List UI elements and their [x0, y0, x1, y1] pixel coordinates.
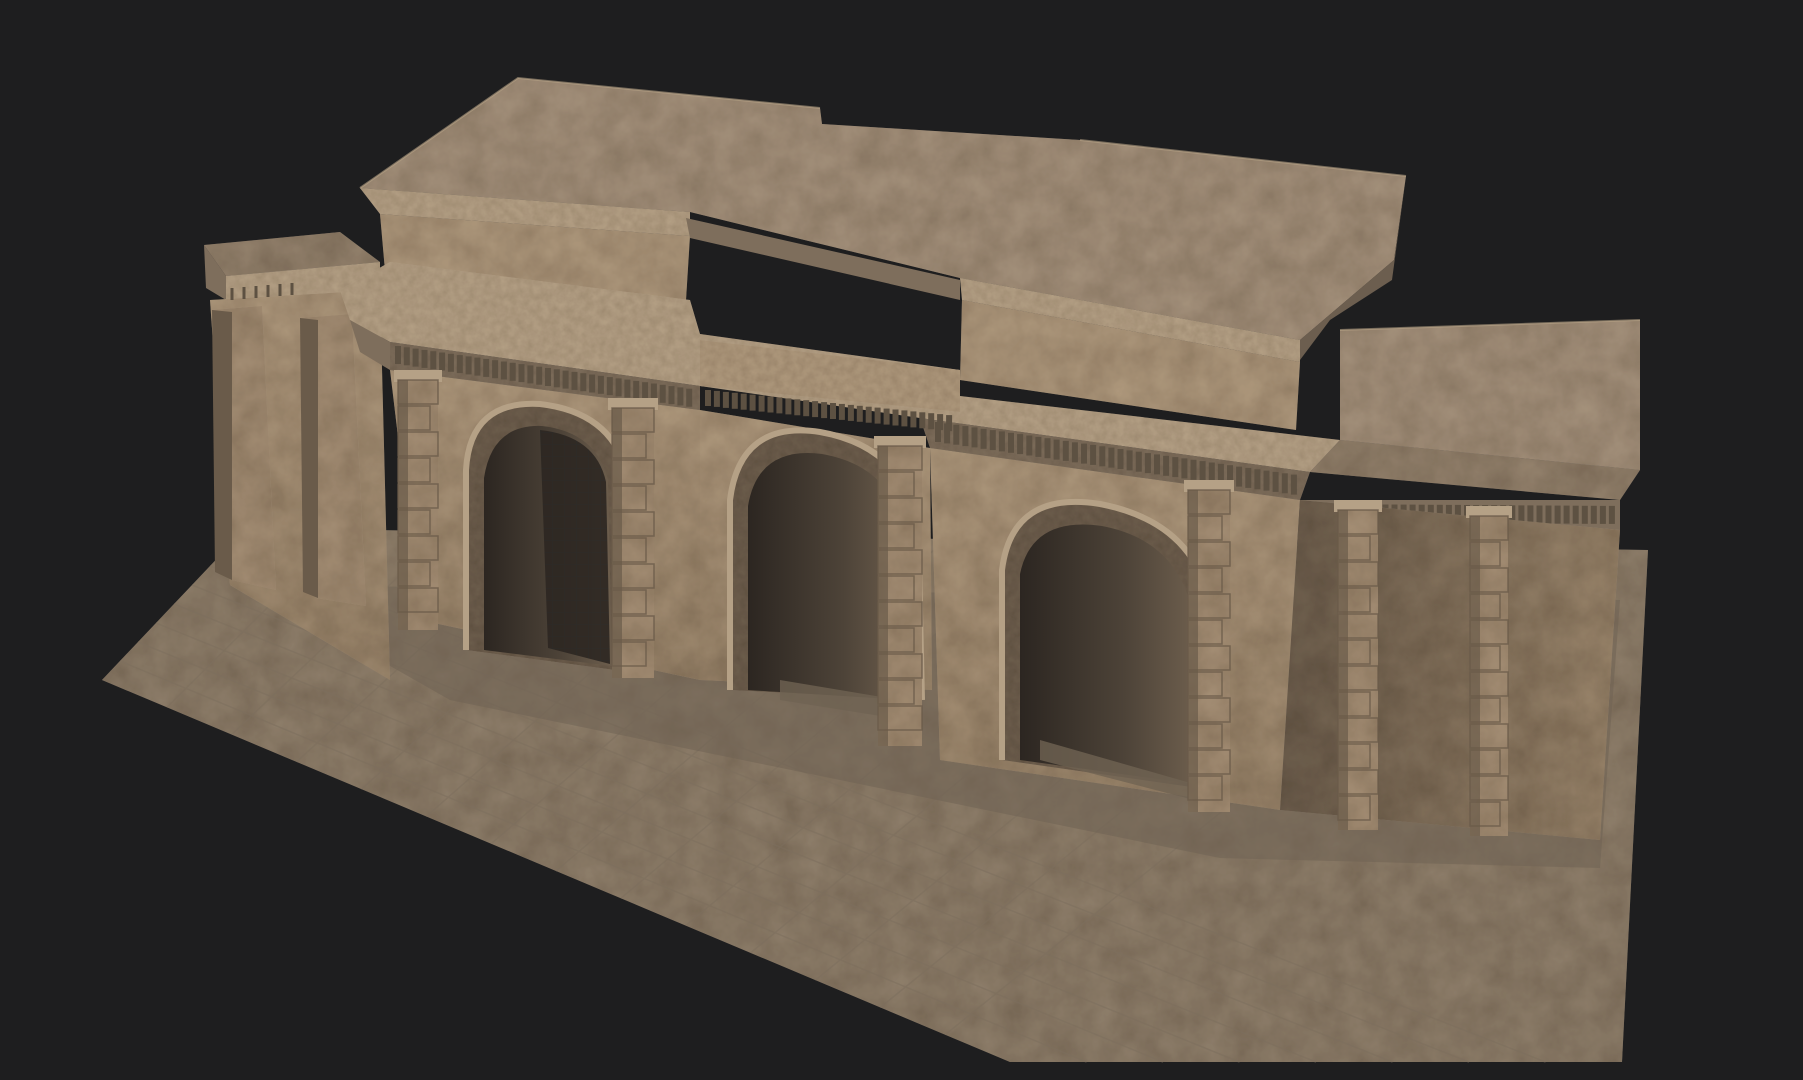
pilaster-6	[1466, 506, 1512, 836]
pilaster-2	[608, 398, 658, 678]
render-viewport	[0, 0, 1803, 1080]
iron-gate	[540, 430, 610, 664]
pilaster-1	[394, 370, 442, 630]
right-arch	[999, 498, 1215, 800]
pilaster-4	[1184, 480, 1234, 812]
left-arch	[463, 400, 633, 673]
pilaster-5	[1334, 500, 1382, 830]
pilaster-3	[874, 436, 926, 746]
